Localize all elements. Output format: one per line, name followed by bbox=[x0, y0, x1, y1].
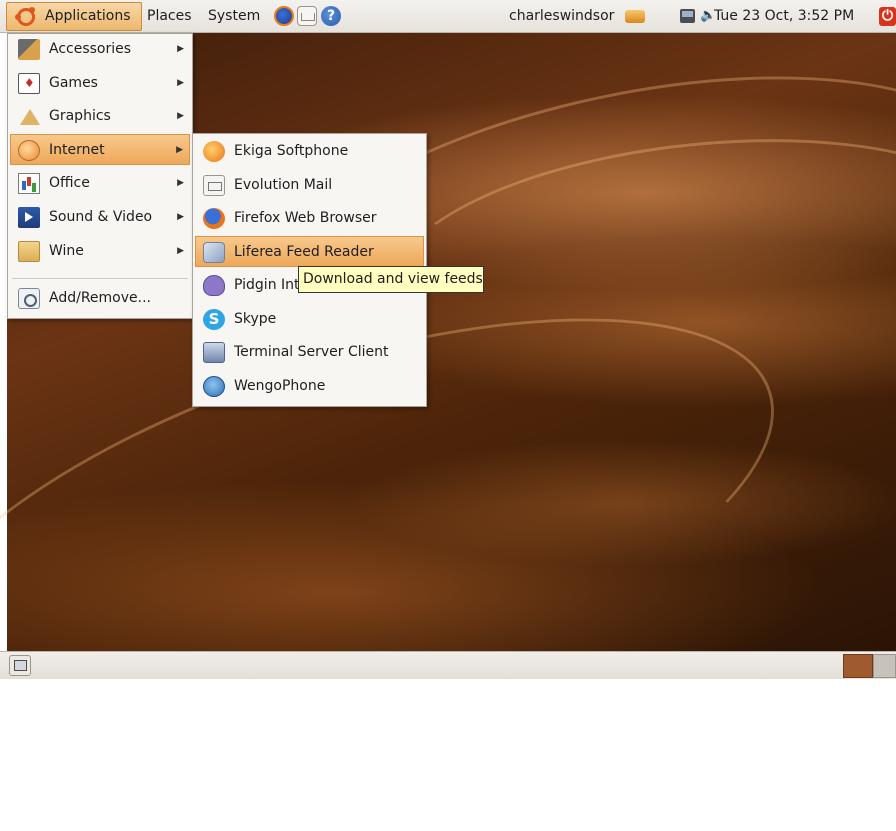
menu-item-sound-video[interactable]: Sound & Video ▶ bbox=[10, 202, 190, 233]
liferea-icon bbox=[203, 242, 225, 263]
workspace-1[interactable] bbox=[843, 654, 873, 678]
menu-item-label: Wine bbox=[49, 243, 84, 259]
ubuntu-logo-icon bbox=[15, 7, 35, 26]
mail-launcher-icon[interactable] bbox=[297, 6, 317, 26]
bottom-panel bbox=[0, 651, 896, 679]
menu-item-label: Accessories bbox=[49, 41, 132, 57]
menu-item-evolution-mail[interactable]: Evolution Mail bbox=[195, 170, 424, 201]
menu-item-label: Evolution Mail bbox=[234, 177, 333, 193]
menu-item-graphics[interactable]: Graphics ▶ bbox=[10, 101, 190, 132]
top-panel: Applications Places System ? charleswind… bbox=[0, 0, 896, 33]
menu-item-label: Liferea Feed Reader bbox=[234, 244, 374, 260]
wine-icon bbox=[18, 241, 40, 262]
submenu-arrow-icon: ▶ bbox=[177, 178, 184, 188]
menu-item-label: Ekiga Softphone bbox=[234, 143, 349, 159]
firefox-launcher-icon[interactable] bbox=[274, 6, 294, 26]
submenu-arrow-icon: ▶ bbox=[177, 111, 184, 121]
menu-item-label: Sound & Video bbox=[49, 209, 153, 225]
user-switch-icon[interactable] bbox=[625, 10, 645, 23]
applications-menu: Accessories ▶ Games ▶ Graphics ▶ Interne… bbox=[7, 33, 193, 319]
show-desktop-button[interactable] bbox=[9, 655, 31, 676]
internet-icon bbox=[18, 140, 40, 161]
applications-label: Applications bbox=[45, 8, 131, 24]
menu-item-terminal-server-client[interactable]: Terminal Server Client bbox=[195, 337, 424, 368]
menu-item-add-remove[interactable]: Add/Remove... bbox=[10, 283, 190, 314]
places-menu-button[interactable]: Places bbox=[147, 0, 192, 33]
applications-menu-button[interactable]: Applications bbox=[6, 2, 142, 31]
user-switcher[interactable]: charleswindsor bbox=[509, 0, 614, 33]
menu-item-label: Add/Remove... bbox=[49, 290, 151, 306]
system-menu-button[interactable]: System bbox=[208, 0, 260, 33]
submenu-arrow-icon: ▶ bbox=[176, 145, 183, 155]
menu-item-label: Games bbox=[49, 75, 98, 91]
menu-item-wine[interactable]: Wine ▶ bbox=[10, 236, 190, 267]
accessories-icon bbox=[18, 39, 40, 60]
power-icon[interactable]: ⏻ bbox=[879, 7, 896, 26]
menu-item-label: WengoPhone bbox=[234, 378, 326, 394]
firefox-icon bbox=[203, 208, 225, 229]
help-launcher-icon[interactable]: ? bbox=[321, 6, 341, 26]
menu-item-accessories[interactable]: Accessories ▶ bbox=[10, 34, 190, 65]
menu-item-office[interactable]: Office ▶ bbox=[10, 168, 190, 199]
evolution-icon bbox=[203, 175, 225, 196]
submenu-arrow-icon: ▶ bbox=[177, 212, 184, 222]
add-remove-icon bbox=[18, 288, 40, 309]
menu-item-label: Internet bbox=[49, 142, 105, 158]
skype-icon: S bbox=[203, 309, 225, 330]
menu-item-label: Terminal Server Client bbox=[234, 344, 389, 360]
menu-item-ekiga-softphone[interactable]: Ekiga Softphone bbox=[195, 136, 424, 167]
menu-item-skype[interactable]: S Skype bbox=[195, 304, 424, 335]
tooltip: Download and view feeds bbox=[298, 266, 484, 293]
menu-item-internet[interactable]: Internet ▶ bbox=[10, 134, 190, 165]
menu-separator bbox=[12, 278, 188, 279]
menu-item-label: Firefox Web Browser bbox=[234, 210, 377, 226]
menu-item-label: Skype bbox=[234, 311, 277, 327]
submenu-arrow-icon: ▶ bbox=[177, 78, 184, 88]
sound-video-icon bbox=[18, 207, 40, 228]
menu-item-games[interactable]: Games ▶ bbox=[10, 68, 190, 99]
menu-item-liferea-feed-reader[interactable]: Liferea Feed Reader bbox=[195, 236, 424, 267]
workspace-2[interactable] bbox=[873, 654, 896, 678]
menu-item-label: Office bbox=[49, 175, 90, 191]
submenu-arrow-icon: ▶ bbox=[177, 246, 184, 256]
games-icon bbox=[18, 68, 40, 99]
clock[interactable]: Tue 23 Oct, 3:52 PM bbox=[714, 0, 854, 33]
menu-item-wengophone[interactable]: WengoPhone bbox=[195, 371, 424, 402]
network-icon[interactable] bbox=[680, 9, 695, 23]
tsclient-icon bbox=[203, 342, 225, 363]
submenu-arrow-icon: ▶ bbox=[177, 44, 184, 54]
office-icon bbox=[18, 173, 40, 194]
ekiga-icon bbox=[203, 141, 225, 162]
graphics-icon bbox=[18, 106, 40, 127]
menu-item-firefox-web-browser[interactable]: Firefox Web Browser bbox=[195, 203, 424, 234]
pidgin-icon bbox=[203, 275, 225, 296]
wengophone-icon bbox=[203, 376, 225, 397]
menu-item-label: Graphics bbox=[49, 108, 111, 124]
